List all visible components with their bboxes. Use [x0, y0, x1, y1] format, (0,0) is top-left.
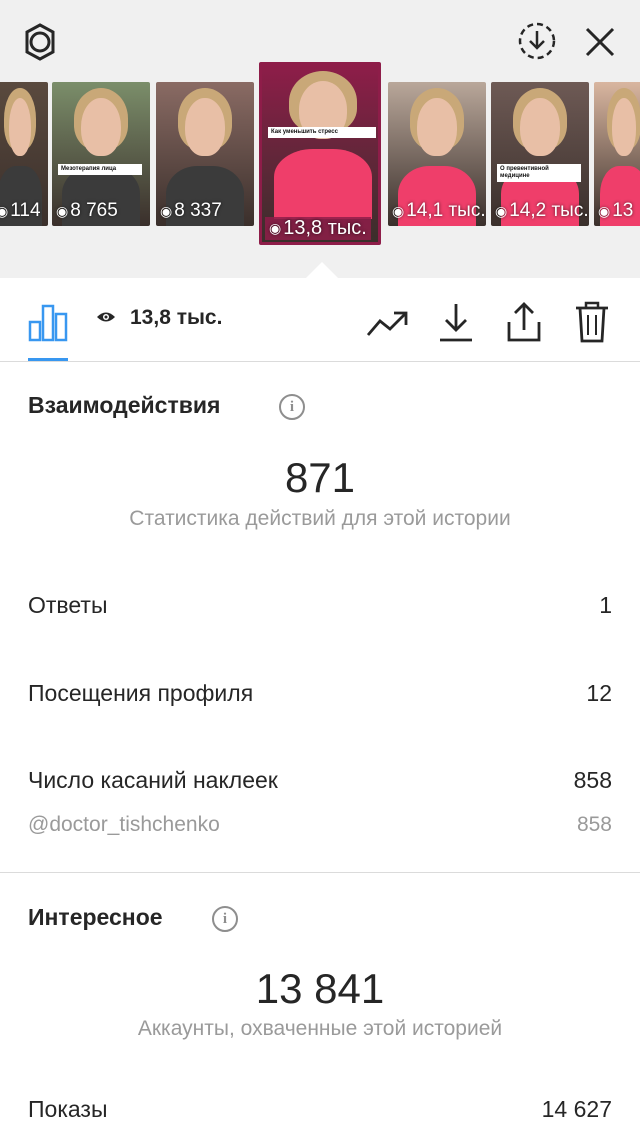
discovery-title: Интересное — [28, 904, 163, 930]
story-face — [417, 98, 457, 156]
eye-icon: ◉ — [495, 202, 508, 219]
story-view-count-text: 8 765 — [70, 200, 118, 221]
section-divider — [0, 872, 640, 873]
story-view-count: ◉ 13,8 тыс. — [265, 217, 371, 240]
replies-value: 1 — [599, 592, 612, 618]
story-view-count-text: 114 — [10, 200, 41, 221]
story-view-count-text: 8 337 — [174, 200, 222, 221]
info-icon[interactable]: i — [279, 394, 305, 420]
impressions-value: 14 627 — [541, 1096, 612, 1122]
eye-icon — [96, 306, 116, 330]
download-icon[interactable] — [434, 298, 478, 346]
interactions-caption: Статистика действий для этой истории — [129, 507, 511, 530]
story-carousel-area: ◉ 114 Мезотерапия лица ◉ 8 765 ◉ 8 337 Как умен… — [0, 0, 640, 278]
story-face — [185, 98, 225, 156]
story-thumbnail[interactable]: Как уменьшить стресс ◉ 13,8 тыс. — [259, 62, 381, 245]
interactions-total: 871 — [284, 454, 356, 501]
views-count-label: 13,8 тыс. — [130, 306, 223, 329]
replies-label: Ответы — [28, 592, 108, 618]
profile-visits-value: 12 — [586, 680, 612, 706]
story-face — [8, 98, 32, 156]
story-face — [612, 98, 636, 156]
trash-icon[interactable] — [570, 298, 614, 346]
story-thumbnails: ◉ 114 Мезотерапия лица ◉ 8 765 ◉ 8 337 Как умен… — [0, 62, 640, 245]
story-view-count: ◉ 13 — [598, 200, 633, 222]
close-icon[interactable] — [578, 20, 622, 64]
active-tab-indicator — [28, 358, 68, 361]
eye-icon: ◉ — [0, 202, 9, 219]
story-sticker: Мезотерапия лица — [58, 164, 142, 175]
story-view-count: ◉ 114 — [0, 200, 41, 222]
story-view-count: ◉ 14,2 тыс. — [495, 200, 589, 222]
sticker-taps-label: Число касаний наклеек — [28, 767, 278, 793]
impressions-label: Показы — [28, 1096, 108, 1122]
views-summary: 13,8 тыс. — [96, 306, 222, 330]
story-sticker: О превентивной медицине — [497, 164, 581, 182]
story-view-count-text: 14,1 тыс. — [406, 200, 486, 221]
story-view-count: ◉ 14,1 тыс. — [392, 200, 486, 222]
discovery-caption: Аккаунты, охваченные этой историей — [137, 1017, 503, 1040]
story-face — [520, 98, 560, 156]
gear-icon[interactable] — [18, 20, 62, 64]
sticker-taps-value: 858 — [573, 767, 612, 793]
eye-icon: ◉ — [392, 202, 405, 219]
story-thumbnail[interactable]: ◉ 8 337 — [156, 82, 254, 226]
download-circle-icon[interactable] — [514, 18, 560, 64]
mention-sticker-value: 858 — [576, 813, 612, 836]
story-thumbnail[interactable]: ◉ 14,1 тыс. — [388, 82, 486, 226]
discovery-total: 13 841 — [255, 965, 385, 1012]
story-thumbnail[interactable]: О превентивной медицине ◉ 14,2 тыс. — [491, 82, 589, 226]
story-thumbnail[interactable]: Мезотерапия лица ◉ 8 765 — [52, 82, 150, 226]
story-thumbnail[interactable]: ◉ 13 — [594, 82, 640, 226]
insights-toolbar: 13,8 тыс. — [0, 278, 640, 362]
story-body — [274, 149, 372, 219]
story-view-count-text: 13,8 тыс. — [283, 217, 367, 239]
info-icon[interactable]: i — [212, 906, 238, 932]
story-view-count: ◉ 8 765 — [56, 200, 118, 222]
story-face — [81, 98, 121, 156]
story-sticker: Как уменьшить стресс — [268, 127, 376, 138]
selected-story-pointer — [306, 262, 338, 278]
mention-sticker-label: @doctor_tishchenko — [28, 813, 220, 836]
story-view-count-text: 13 — [612, 200, 634, 221]
eye-icon: ◉ — [160, 202, 173, 219]
story-view-count: ◉ 8 337 — [160, 200, 222, 222]
eye-icon: ◉ — [56, 202, 69, 219]
story-view-count-text: 14,2 тыс. — [509, 200, 589, 221]
bar-chart-icon[interactable] — [26, 300, 70, 344]
story-thumbnail[interactable]: ◉ 114 — [0, 82, 48, 226]
trending-up-icon[interactable] — [364, 304, 412, 344]
interactions-title: Взаимодействия — [28, 392, 221, 418]
profile-visits-label: Посещения профиля — [28, 680, 254, 706]
eye-icon: ◉ — [269, 220, 282, 236]
eye-icon: ◉ — [598, 202, 611, 219]
share-icon[interactable] — [502, 298, 546, 346]
